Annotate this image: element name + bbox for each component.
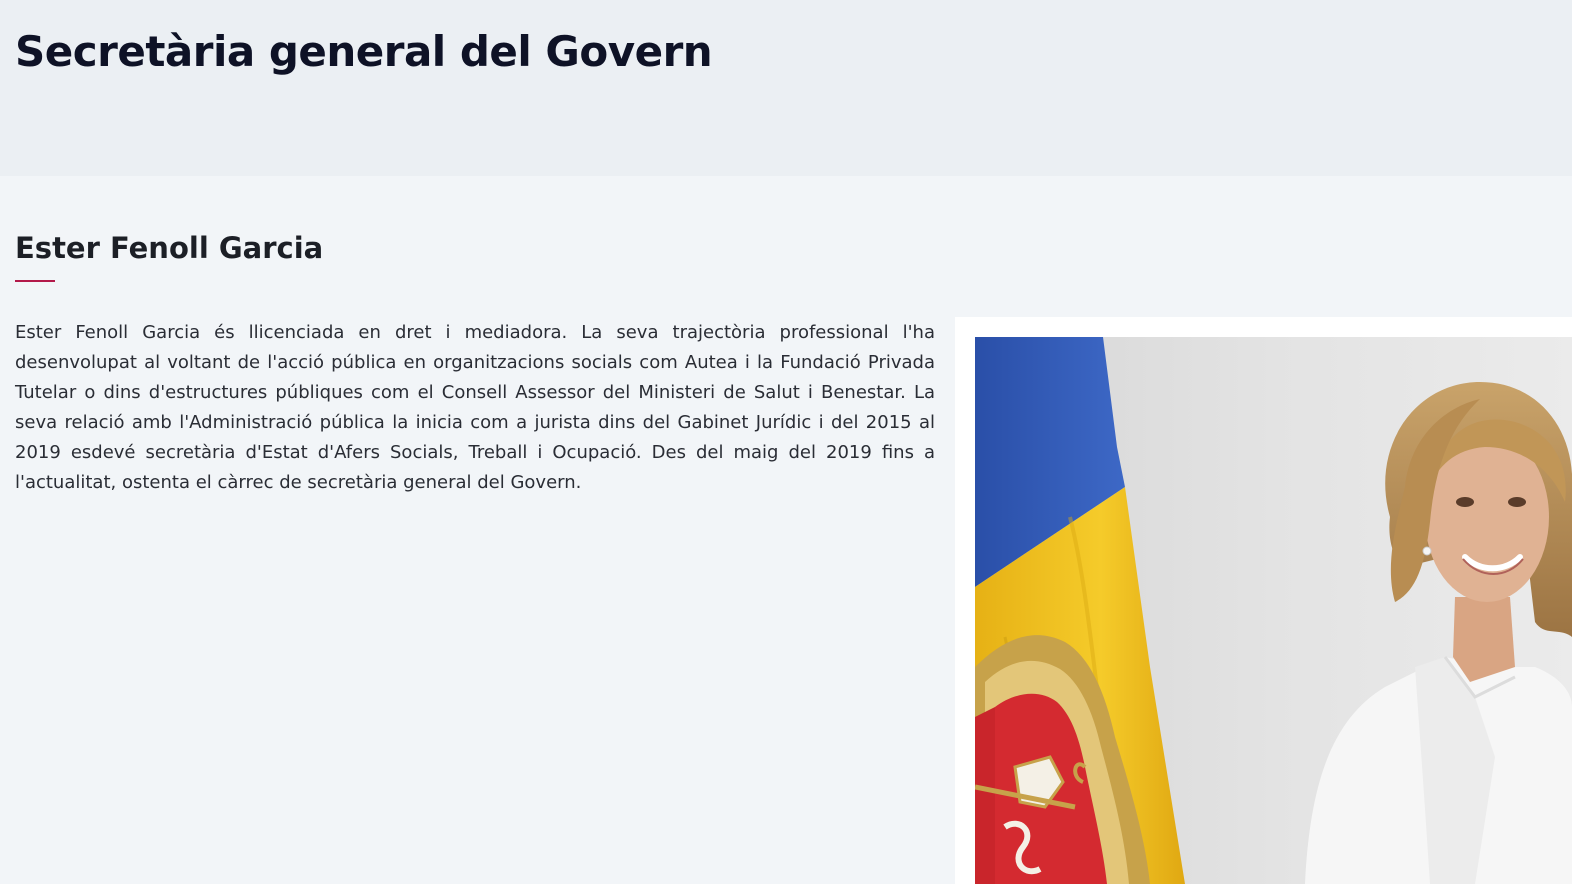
profile-section: Ester Fenoll Garcia Ester Fenoll Garcia … (0, 176, 1572, 884)
portrait-illustration (975, 337, 1572, 884)
person-name: Ester Fenoll Garcia (15, 231, 324, 265)
person-biography: Ester Fenoll Garcia és llicenciada en dr… (15, 322, 935, 493)
portrait-photo (975, 337, 1572, 884)
page-title: Secretària general del Govern (15, 27, 713, 76)
page-header: Secretària general del Govern (0, 0, 1572, 176)
name-underline-divider (15, 280, 55, 282)
portrait-frame (955, 317, 1572, 884)
